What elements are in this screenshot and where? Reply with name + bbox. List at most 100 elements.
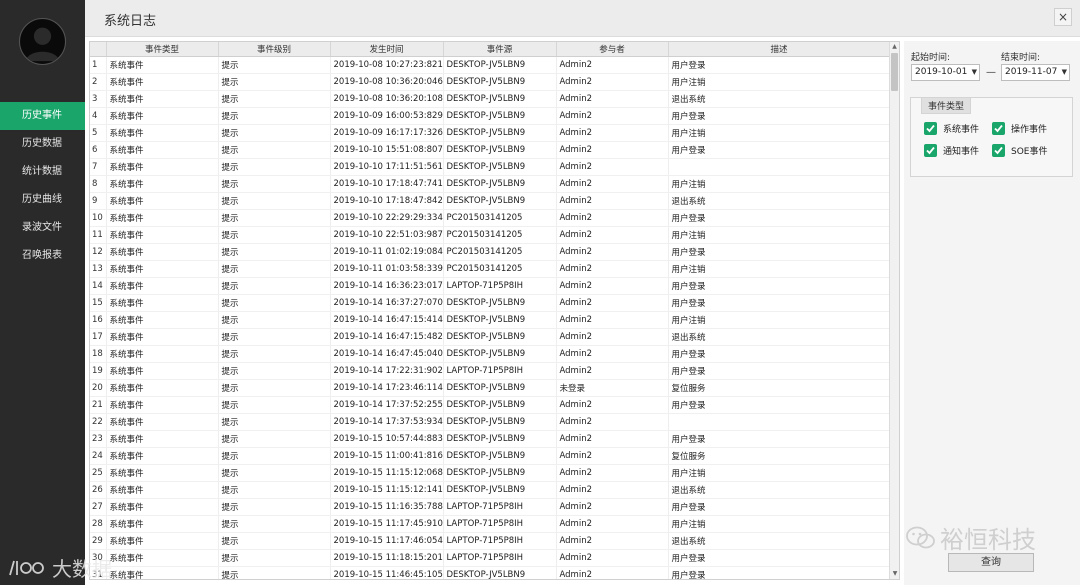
cell-participant: Admin2 (556, 345, 669, 363)
cell-event-type: 系统事件 (106, 549, 219, 567)
table-row[interactable]: 3 系统事件 提示 2019-10-08 10:36:20:108 DESKTOP-JV… (90, 90, 891, 108)
table-row[interactable]: 11 系统事件 提示 2019-10-10 22:51:03:987 PC2015031… (90, 226, 891, 244)
sidebar-item-call-report[interactable]: 召唤报表 (0, 242, 85, 270)
table-row[interactable]: 26 系统事件 提示 2019-10-15 11:15:12:141 DESKTOP-J… (90, 481, 891, 499)
cell-participant: Admin2 (556, 311, 669, 329)
start-date-value: 2019-10-01 (915, 67, 968, 77)
table-row[interactable]: 14 系统事件 提示 2019-10-14 16:36:23:017 LAPTOP-71… (90, 277, 891, 295)
checkbox-operation-event[interactable]: 操作事件 (992, 122, 1047, 135)
end-date-select[interactable]: 2019-11-07 ▼ (1001, 64, 1070, 81)
table-row[interactable]: 18 系统事件 提示 2019-10-14 16:47:45:040 DESKTOP-J… (90, 345, 891, 363)
vertical-scrollbar[interactable]: ▲ ▼ (889, 42, 899, 579)
table-row[interactable]: 6 系统事件 提示 2019-10-10 15:51:08:807 DESKTOP-JV… (90, 141, 891, 159)
scrollbar-thumb[interactable] (891, 53, 898, 91)
table-row[interactable]: 1 系统事件 提示 2019-10-08 10:27:23:821 DESKTOP-JV… (90, 56, 891, 74)
table-header-row: 事件类型 事件级别 发生时间 事件源 参与者 描述 (90, 42, 891, 57)
cell-event-type: 系统事件 (106, 532, 219, 550)
table-row[interactable]: 21 系统事件 提示 2019-10-14 17:37:52:255 DESKTOP-J… (90, 396, 891, 414)
row-number: 5 (90, 124, 107, 142)
cell-description: 用户登录 (668, 566, 891, 579)
column-header-event-type[interactable]: 事件类型 (106, 42, 219, 57)
cell-participant: Admin2 (556, 56, 669, 74)
cell-event-level: 提示 (218, 209, 331, 227)
scroll-down-icon[interactable]: ▼ (890, 569, 899, 579)
cell-description: 用户注销 (668, 311, 891, 329)
table-row[interactable]: 13 系统事件 提示 2019-10-11 01:03:58:339 PC2015031… (90, 260, 891, 278)
table-row[interactable]: 22 系统事件 提示 2019-10-14 17:37:53:934 DESKTOP-J… (90, 413, 891, 431)
table-row[interactable]: 29 系统事件 提示 2019-10-15 11:17:46:054 LAPTOP-71… (90, 532, 891, 550)
table-row[interactable]: 19 系统事件 提示 2019-10-14 17:22:31:902 LAPTOP-71… (90, 362, 891, 380)
cell-description: 用户登录 (668, 277, 891, 295)
table-row[interactable]: 25 系统事件 提示 2019-10-15 11:15:12:068 DESKTOP-J… (90, 464, 891, 482)
table-row[interactable]: 7 系统事件 提示 2019-10-10 17:11:51:561 DESKTOP-JV… (90, 158, 891, 176)
avatar[interactable] (19, 18, 66, 65)
cell-source: DESKTOP-JV5LBN9 (443, 328, 557, 346)
cell-event-level: 提示 (218, 311, 331, 329)
sidebar-item-statistics[interactable]: 统计数据 (0, 158, 85, 186)
cell-participant: Admin2 (556, 549, 669, 567)
column-header-time[interactable]: 发生时间 (330, 42, 444, 57)
cell-source: DESKTOP-JV5LBN9 (443, 175, 557, 193)
row-number: 11 (90, 226, 107, 244)
checkbox-checked-icon (924, 122, 937, 135)
cell-source: LAPTOP-71P5P8IH (443, 362, 557, 380)
cell-source: DESKTOP-JV5LBN9 (443, 311, 557, 329)
cell-participant: Admin2 (556, 124, 669, 142)
cell-event-level: 提示 (218, 56, 331, 74)
start-date-select[interactable]: 2019-10-01 ▼ (911, 64, 980, 81)
cell-description: 用户注销 (668, 124, 891, 142)
cell-participant: Admin2 (556, 260, 669, 278)
checkbox-system-event[interactable]: 系统事件 (924, 122, 979, 135)
cell-participant: Admin2 (556, 141, 669, 159)
sidebar-item-history-events[interactable]: 历史事件 (0, 102, 85, 130)
table-row[interactable]: 2 系统事件 提示 2019-10-08 10:36:20:046 DESKTOP-JV… (90, 73, 891, 91)
cell-time: 2019-10-14 17:22:31:902 (330, 362, 444, 380)
cell-time: 2019-10-10 17:11:51:561 (330, 158, 444, 176)
cell-participant: Admin2 (556, 464, 669, 482)
table-row[interactable]: 24 系统事件 提示 2019-10-15 11:00:41:816 DESKTOP-J… (90, 447, 891, 465)
table-row[interactable]: 12 系统事件 提示 2019-10-11 01:02:19:084 PC2015031… (90, 243, 891, 261)
cell-time: 2019-10-14 16:47:45:040 (330, 345, 444, 363)
column-header-source[interactable]: 事件源 (443, 42, 557, 57)
table-row[interactable]: 31 系统事件 提示 2019-10-15 11:46:45:105 DESKTOP-J… (90, 566, 891, 579)
cell-participant: Admin2 (556, 294, 669, 312)
cell-source: DESKTOP-JV5LBN9 (443, 294, 557, 312)
close-button[interactable]: × (1054, 8, 1072, 26)
checkbox-soe-event[interactable]: SOE事件 (992, 144, 1047, 157)
table-row[interactable]: 10 系统事件 提示 2019-10-10 22:29:29:334 PC2015031… (90, 209, 891, 227)
table-row[interactable]: 28 系统事件 提示 2019-10-15 11:17:45:910 LAPTOP-71… (90, 515, 891, 533)
query-button[interactable]: 查询 (948, 553, 1034, 572)
cell-participant: Admin2 (556, 430, 669, 448)
cell-time: 2019-10-15 11:15:12:068 (330, 464, 444, 482)
table-row[interactable]: 4 系统事件 提示 2019-10-09 16:00:53:829 DESKTOP-JV… (90, 107, 891, 125)
table-row[interactable]: 15 系统事件 提示 2019-10-14 16:37:27:070 DESKTOP-J… (90, 294, 891, 312)
cell-event-level: 提示 (218, 243, 331, 261)
cell-event-level: 提示 (218, 379, 331, 397)
column-header-event-level[interactable]: 事件级别 (218, 42, 331, 57)
column-header-participant[interactable]: 参与者 (556, 42, 669, 57)
table-row[interactable]: 9 系统事件 提示 2019-10-10 17:18:47:842 DESKTOP-JV… (90, 192, 891, 210)
table-row[interactable]: 23 系统事件 提示 2019-10-15 10:57:44:883 DESKTOP-J… (90, 430, 891, 448)
start-time-label: 起始时间: (911, 53, 951, 63)
column-header-description[interactable]: 描述 (668, 42, 891, 57)
table-row[interactable]: 20 系统事件 提示 2019-10-14 17:23:46:114 DESKTOP-J… (90, 379, 891, 397)
sidebar-item-wave-records[interactable]: 录波文件 (0, 214, 85, 242)
table-row[interactable]: 5 系统事件 提示 2019-10-09 16:17:17:326 DESKTOP-JV… (90, 124, 891, 142)
table-row[interactable]: 17 系统事件 提示 2019-10-14 16:47:15:482 DESKTOP-J… (90, 328, 891, 346)
sidebar-item-history-data[interactable]: 历史数据 (0, 130, 85, 158)
sidebar-item-history-curve[interactable]: 历史曲线 (0, 186, 85, 214)
scroll-up-icon[interactable]: ▲ (890, 42, 899, 52)
checkbox-checked-icon (924, 144, 937, 157)
watermark-left-text: 大数据 (52, 557, 112, 581)
cell-time: 2019-10-15 11:18:15:201 (330, 549, 444, 567)
table-row[interactable]: 16 系统事件 提示 2019-10-14 16:47:15:414 DESKTOP-J… (90, 311, 891, 329)
cell-event-type: 系统事件 (106, 498, 219, 516)
cell-source: DESKTOP-JV5LBN9 (443, 124, 557, 142)
table-row[interactable]: 27 系统事件 提示 2019-10-15 11:16:35:788 LAPTOP-71… (90, 498, 891, 516)
cell-description: 用户登录 (668, 209, 891, 227)
table-row[interactable]: 8 系统事件 提示 2019-10-10 17:18:47:741 DESKTOP-JV… (90, 175, 891, 193)
date-range-separator: — (986, 67, 996, 78)
table-row[interactable]: 30 系统事件 提示 2019-10-15 11:18:15:201 LAPTOP-71… (90, 549, 891, 567)
event-log-table[interactable]: 事件类型 事件级别 发生时间 事件源 参与者 描述 1 系统事件 提示 2019-10… (89, 41, 900, 580)
checkbox-notify-event[interactable]: 通知事件 (924, 144, 979, 157)
